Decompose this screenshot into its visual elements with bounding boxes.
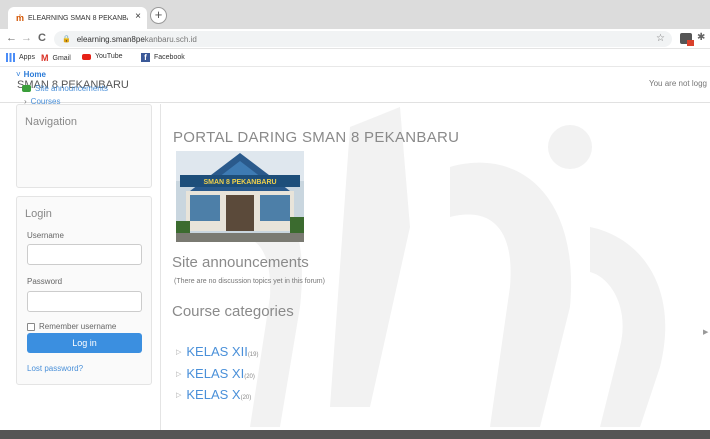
remember-username-checkbox[interactable]: Remember username <box>27 322 116 331</box>
site-favicon-icon: ṁ <box>16 13 25 23</box>
chevron-down-icon: ˅ <box>16 70 21 79</box>
nav-home-link[interactable]: ˅ Home <box>16 70 46 79</box>
username-field[interactable] <box>27 244 142 265</box>
bookmark-star-icon[interactable]: ☆ <box>656 33 665 44</box>
bookmark-label: Gmail <box>52 54 71 62</box>
course-categories-heading: Course categories <box>172 303 294 320</box>
reload-icon[interactable]: C <box>38 32 46 44</box>
category-name: KELAS XI <box>186 366 245 381</box>
bookmark-gmail[interactable]: M Gmail <box>41 53 71 63</box>
username-label: Username <box>27 231 64 240</box>
bookmarks-bar: Apps M Gmail YouTube f Facebook <box>0 49 710 67</box>
login-button[interactable]: Log in <box>27 333 142 353</box>
category-count: (20) <box>244 374 255 380</box>
category-link-kelas-xi[interactable]: ▷ KELAS XI(20) <box>176 366 255 381</box>
nav-courses-link[interactable]: › Courses <box>24 97 60 106</box>
nav-site-announcements-link[interactable]: Site announcements <box>22 84 108 93</box>
lock-icon: 🔒 <box>62 36 71 43</box>
bookmark-label: Facebook <box>154 54 185 61</box>
url-domain: elearning.sman8pe <box>76 34 145 44</box>
category-count: (20) <box>240 395 252 401</box>
expand-triangle-icon: ▷ <box>176 349 182 356</box>
login-info: You are not logg <box>649 79 707 88</box>
back-icon[interactable]: ← <box>6 32 17 44</box>
checkbox-icon[interactable] <box>27 322 35 331</box>
category-link-kelas-xii[interactable]: ▷ KELAS XII(19) <box>176 344 258 359</box>
site-announcements-heading: Site announcements <box>172 254 309 271</box>
remember-label: Remember username <box>39 322 117 331</box>
new-tab-button[interactable]: + <box>150 7 167 24</box>
password-label: Password <box>27 277 63 286</box>
tab-close-icon[interactable]: × <box>135 11 141 22</box>
nav-courses-label: Courses <box>30 97 61 106</box>
bookmark-label: Apps <box>19 54 35 61</box>
browser-tab[interactable]: ṁ ELEARNING SMAN 8 PEKANBAR × <box>8 7 147 29</box>
no-topics-message: (There are no discussion topics yet in t… <box>174 278 325 285</box>
page-footer <box>0 430 710 439</box>
bookmark-label: YouTube <box>95 53 123 60</box>
expand-triangle-icon: ▷ <box>176 392 182 399</box>
address-bar-row: ← → C 🔒 elearning.sman8pe kanbaru.sch.id … <box>0 29 710 49</box>
chevron-right-icon: › <box>24 97 27 106</box>
password-field[interactable] <box>27 291 142 312</box>
facebook-icon: f <box>141 53 150 62</box>
youtube-icon <box>82 53 91 60</box>
category-link-kelas-x[interactable]: ▷ KELAS X(20) <box>176 387 251 402</box>
url-input[interactable]: 🔒 elearning.sman8pe kanbaru.sch.id <box>54 31 672 47</box>
gmail-icon: M <box>41 53 49 63</box>
category-name: KELAS XII <box>186 344 248 359</box>
url-path: kanbaru.sch.id <box>144 34 197 44</box>
browser-tab-bar: ṁ ELEARNING SMAN 8 PEKANBAR × + <box>0 0 710 29</box>
apps-grid-icon <box>6 53 15 62</box>
drawer-toggle-icon[interactable]: ▶ <box>703 328 708 336</box>
bookmark-apps[interactable]: Apps <box>6 53 35 62</box>
navigation-title: Navigation <box>25 116 77 128</box>
lost-password-link[interactable]: Lost password? <box>27 364 83 373</box>
bookmark-facebook[interactable]: f Facebook <box>141 53 185 62</box>
school-sign-text: SMAN 8 PEKANBARU <box>203 179 276 186</box>
category-count: (19) <box>247 352 259 358</box>
category-name: KELAS X <box>186 387 241 402</box>
login-title: Login <box>25 208 52 220</box>
portal-title: PORTAL DARING SMAN 8 PEKANBARU <box>173 129 460 146</box>
nav-sa-label: Site announcements <box>35 84 108 93</box>
forum-icon <box>22 85 31 92</box>
extension-icon[interactable] <box>680 33 694 46</box>
extensions-puzzle-icon[interactable]: ✱ <box>697 32 705 43</box>
school-building-image: SMAN 8 PEKANBARU <box>176 151 304 242</box>
nav-home-label: Home <box>23 70 46 79</box>
bookmark-youtube[interactable]: YouTube <box>82 53 123 60</box>
expand-triangle-icon: ▷ <box>176 371 182 378</box>
forward-icon[interactable]: → <box>21 32 32 44</box>
tab-title: ELEARNING SMAN 8 PEKANBAR <box>28 14 129 22</box>
